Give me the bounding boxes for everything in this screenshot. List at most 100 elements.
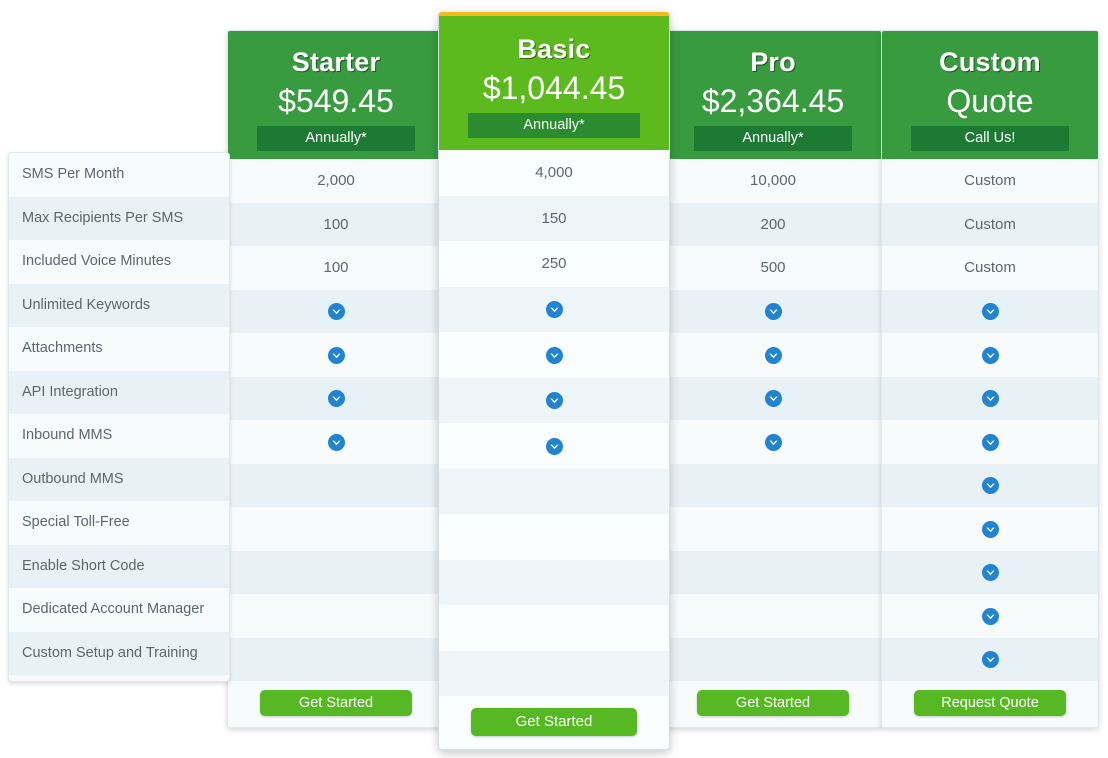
plan-header-basic: Basic $1,044.45 Annually*	[439, 16, 669, 150]
check-circle-icon	[327, 390, 345, 408]
plan-column-custom: Custom Quote Call Us! Custom Custom Custom Req…	[881, 30, 1099, 728]
plan-cell	[882, 550, 1098, 594]
plan-cell	[228, 289, 444, 333]
check-circle-icon	[981, 303, 999, 321]
feature-label: Included Voice Minutes	[9, 240, 229, 284]
plan-cell: Custom	[882, 202, 1098, 246]
plan-cell	[439, 332, 669, 378]
check-circle-icon	[981, 520, 999, 538]
check-circle-icon	[545, 346, 563, 364]
plan-cell	[228, 507, 444, 551]
plan-cell	[439, 605, 669, 651]
plan-cell: 10,000	[665, 159, 881, 203]
plan-cell: Custom	[882, 246, 1098, 290]
feature-label: Special Toll-Free	[9, 501, 229, 545]
check-circle-icon	[981, 433, 999, 451]
plan-cell	[439, 377, 669, 423]
plan-header-starter: Starter $549.45 Annually*	[228, 31, 444, 159]
plan-cell	[439, 423, 669, 469]
feature-label: Enable Short Code	[9, 544, 229, 588]
cta-button-starter[interactable]: Get Started	[260, 690, 412, 716]
plan-price: $2,364.45	[701, 83, 845, 119]
plan-footer-custom: Request Quote	[882, 681, 1098, 726]
plan-cell: 500	[665, 246, 881, 290]
check-circle-icon	[545, 392, 563, 410]
plan-column-basic: Basic $1,044.45 Annually* 4,000 150 250 Get St…	[438, 12, 670, 750]
plan-name: Custom	[939, 47, 1041, 77]
plan-cell	[228, 376, 444, 420]
plan-price: $1,044.45	[482, 70, 626, 106]
plan-cell: 250	[439, 241, 669, 287]
plan-cell	[665, 376, 881, 420]
plan-period-badge: Annually*	[468, 113, 640, 138]
plan-cell: 4,000	[439, 150, 669, 196]
check-circle-icon	[981, 564, 999, 582]
plan-cell	[882, 289, 1098, 333]
plan-cell	[228, 637, 444, 681]
check-circle-icon	[545, 301, 563, 319]
plan-price: Quote	[946, 83, 1034, 119]
cta-button-pro[interactable]: Get Started	[697, 690, 849, 716]
plan-cell	[665, 420, 881, 464]
feature-label: Unlimited Keywords	[9, 283, 229, 327]
check-circle-icon	[327, 346, 345, 364]
plan-cell	[439, 650, 669, 696]
plan-name: Starter	[291, 47, 381, 77]
plan-cell: 150	[439, 195, 669, 241]
feature-label: API Integration	[9, 370, 229, 414]
plan-cell	[228, 550, 444, 594]
plan-cell	[228, 594, 444, 638]
plan-cell: 2,000	[228, 159, 444, 203]
check-circle-icon	[764, 390, 782, 408]
check-circle-icon	[327, 433, 345, 451]
plan-cell	[882, 376, 1098, 420]
plan-cell	[882, 594, 1098, 638]
plan-cell	[439, 514, 669, 560]
plan-cell	[665, 594, 881, 638]
plan-cell: 100	[228, 202, 444, 246]
check-circle-icon	[981, 346, 999, 364]
plan-cell	[665, 637, 881, 681]
feature-label: SMS Per Month	[9, 153, 229, 197]
plan-cell	[882, 507, 1098, 551]
plan-header-custom: Custom Quote Call Us!	[882, 31, 1098, 159]
plan-cell	[665, 289, 881, 333]
check-circle-icon	[327, 303, 345, 321]
check-circle-icon	[981, 651, 999, 669]
plan-cell: Custom	[882, 159, 1098, 203]
plan-cell: 200	[665, 202, 881, 246]
plan-name: Basic	[517, 34, 591, 64]
plan-cell	[665, 550, 881, 594]
plan-cell	[228, 333, 444, 377]
check-circle-icon	[764, 346, 782, 364]
feature-label: Attachments	[9, 327, 229, 371]
plan-cell	[882, 637, 1098, 681]
check-circle-icon	[764, 303, 782, 321]
plan-column-pro: Pro $2,364.45 Annually* 10,000 200 500 Get Sta…	[664, 30, 882, 728]
plan-period-badge: Annually*	[694, 126, 852, 151]
plan-cell	[882, 463, 1098, 507]
plan-cell	[665, 507, 881, 551]
plan-period-badge: Annually*	[257, 126, 415, 151]
plan-cell	[439, 559, 669, 605]
cta-button-basic[interactable]: Get Started	[471, 708, 637, 736]
feature-label: Max Recipients Per SMS	[9, 196, 229, 240]
plan-cell	[439, 286, 669, 332]
plan-cell	[228, 463, 444, 507]
check-circle-icon	[981, 477, 999, 495]
cta-button-custom[interactable]: Request Quote	[914, 690, 1066, 716]
plan-price: $549.45	[278, 83, 394, 119]
check-circle-icon	[764, 433, 782, 451]
feature-label: Inbound MMS	[9, 414, 229, 458]
plan-header-pro: Pro $2,364.45 Annually*	[665, 31, 881, 159]
feature-label-column: SMS Per Month Max Recipients Per SMS Inclu…	[8, 152, 230, 682]
plan-period-badge: Call Us!	[911, 126, 1069, 151]
feature-label: Outbound MMS	[9, 457, 229, 501]
plan-column-starter: Starter $549.45 Annually* 2,000 100 100 Get St…	[227, 30, 445, 728]
feature-label: Custom Setup and Training	[9, 631, 229, 675]
plan-footer-pro: Get Started	[665, 681, 881, 726]
feature-label: Dedicated Account Manager	[9, 588, 229, 632]
check-circle-icon	[981, 607, 999, 625]
plan-footer-basic: Get Started	[439, 696, 669, 749]
plan-cell	[228, 420, 444, 464]
